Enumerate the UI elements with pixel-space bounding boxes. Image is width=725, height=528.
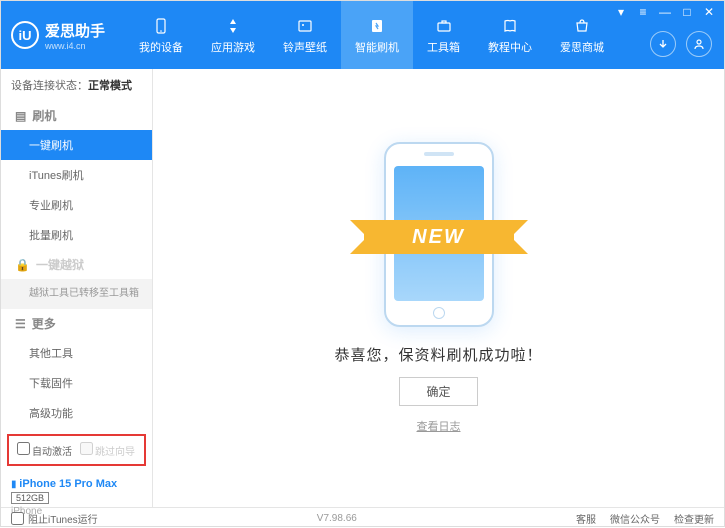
checkbox-skip-guide[interactable]: 跳过向导	[80, 442, 135, 458]
version-label: V7.98.66	[317, 513, 357, 524]
sidebar-item-oneclick[interactable]: 一键刷机	[1, 130, 152, 160]
logo: iU 爱思助手 www.i4.cn	[11, 20, 105, 51]
more-icon: ☰	[15, 317, 26, 331]
main-nav: 我的设备 应用游戏 铃声壁纸 智能刷机 工具箱 教程中心 爱思商城	[125, 1, 618, 69]
nav-ringtones[interactable]: 铃声壁纸	[269, 1, 341, 69]
maximize-icon[interactable]: □	[680, 5, 694, 19]
connection-status: 设备连接状态：正常模式	[1, 69, 152, 101]
list-icon: ▤	[15, 109, 26, 123]
activation-options: 自动激活 跳过向导	[7, 434, 146, 466]
download-button[interactable]	[650, 31, 676, 57]
image-icon	[295, 16, 315, 36]
checkbox-auto-activate[interactable]: 自动激活	[17, 442, 72, 458]
app-url: www.i4.cn	[45, 41, 105, 51]
store-icon	[572, 16, 592, 36]
ok-button[interactable]: 确定	[399, 377, 477, 406]
nav-tutorials[interactable]: 教程中心	[474, 1, 546, 69]
sidebar-item-advanced[interactable]: 高级功能	[1, 398, 152, 428]
device-phone-icon: ▮	[11, 479, 17, 490]
footer-link-update[interactable]: 检查更新	[674, 511, 714, 526]
settings-icon[interactable]: ≡	[636, 5, 650, 19]
phone-icon	[151, 16, 171, 36]
header-right-buttons	[650, 31, 712, 57]
sidebar-item-other-tools[interactable]: 其他工具	[1, 338, 152, 368]
flash-icon	[367, 16, 387, 36]
section-jailbreak: 🔒 一键越狱	[1, 250, 152, 279]
user-button[interactable]	[686, 31, 712, 57]
main-content: NEW 恭喜您，保资料刷机成功啦！ 确定 查看日志	[153, 69, 724, 507]
nav-toolbox[interactable]: 工具箱	[413, 1, 474, 69]
phone-illustration: NEW	[374, 142, 504, 332]
menu-icon[interactable]: ▾	[614, 5, 628, 19]
logo-icon: iU	[11, 21, 39, 49]
block-itunes-label: 阻止iTunes运行	[28, 511, 98, 526]
sidebar-item-itunes[interactable]: iTunes刷机	[1, 160, 152, 190]
footer-link-support[interactable]: 客服	[576, 511, 596, 526]
app-header: iU 爱思助手 www.i4.cn 我的设备 应用游戏 铃声壁纸 智能刷机 工具…	[1, 1, 724, 69]
app-name: 爱思助手	[45, 20, 105, 41]
toolbox-icon	[434, 16, 454, 36]
nav-flash[interactable]: 智能刷机	[341, 1, 413, 69]
lock-icon: 🔒	[15, 258, 30, 272]
nav-store[interactable]: 爱思商城	[546, 1, 618, 69]
success-message: 恭喜您，保资料刷机成功啦！	[334, 344, 542, 365]
sidebar: 设备连接状态：正常模式 ▤ 刷机 一键刷机 iTunes刷机 专业刷机 批量刷机…	[1, 69, 153, 507]
device-name: iPhone 15 Pro Max	[19, 478, 117, 490]
close-icon[interactable]: ✕	[702, 5, 716, 19]
apps-icon	[223, 16, 243, 36]
footer-link-wechat[interactable]: 微信公众号	[610, 511, 660, 526]
block-itunes-checkbox[interactable]	[11, 512, 24, 525]
nav-my-device[interactable]: 我的设备	[125, 1, 197, 69]
book-icon	[500, 16, 520, 36]
jailbreak-note: 越狱工具已转移至工具箱	[1, 279, 152, 309]
sidebar-item-batch[interactable]: 批量刷机	[1, 220, 152, 250]
sidebar-item-download-fw[interactable]: 下载固件	[1, 368, 152, 398]
sidebar-item-pro[interactable]: 专业刷机	[1, 190, 152, 220]
section-more[interactable]: ☰ 更多	[1, 309, 152, 338]
nav-apps[interactable]: 应用游戏	[197, 1, 269, 69]
section-flash[interactable]: ▤ 刷机	[1, 101, 152, 130]
minimize-icon[interactable]: ―	[658, 5, 672, 19]
window-controls: ▾ ≡ ― □ ✕	[614, 5, 716, 19]
view-log-link[interactable]: 查看日志	[417, 418, 461, 434]
device-storage: 512GB	[11, 492, 49, 504]
new-banner: NEW	[364, 220, 514, 254]
